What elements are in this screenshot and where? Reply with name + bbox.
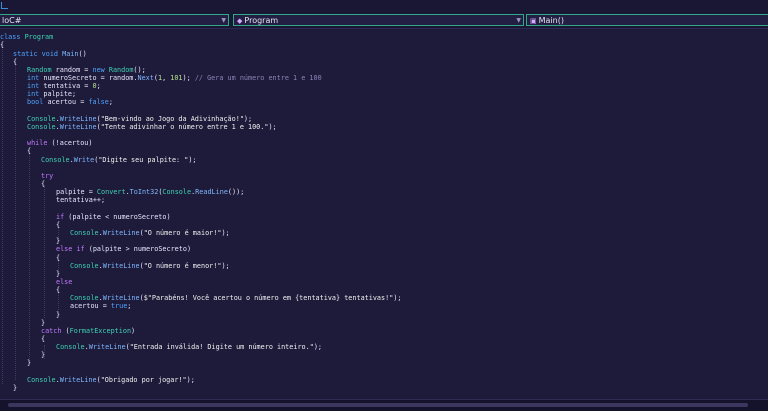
method-icon: ▣: [530, 17, 537, 25]
code-line: {: [56, 286, 61, 294]
chevron-down-icon: ▼: [516, 17, 521, 24]
code-line: Console.WriteLine("O número é menor!");: [70, 262, 230, 270]
code-line: {: [41, 335, 46, 343]
code-line: bool acertou = false;: [27, 98, 113, 106]
indent-guide: [29, 153, 30, 363]
member-label: Main(): [538, 16, 564, 25]
indent-guide: [44, 185, 45, 318]
project-label: loC#: [2, 16, 22, 25]
indent-guide: [15, 62, 16, 380]
title-strip: [0, 0, 768, 13]
code-line: static void Main(): [13, 50, 87, 58]
code-line: class Program: [0, 33, 54, 41]
indent-guide: [2, 44, 3, 384]
code-line: while (!acertou): [27, 139, 93, 147]
code-line: {: [56, 221, 61, 229]
code-line: else if (palpite > numeroSecreto): [56, 245, 192, 253]
code-line: Console.WriteLine("Tente adivinhar o núm…: [27, 123, 277, 131]
corner-marker-icon: [1, 2, 8, 9]
horizontal-scrollbar[interactable]: [0, 399, 768, 411]
code-line: acertou = true;: [70, 302, 132, 310]
class-label: Program: [244, 16, 279, 25]
code-line: Console.WriteLine("O número é maior!");: [70, 229, 230, 237]
code-line: Console.WriteLine("Entrada inválida! Dig…: [56, 343, 323, 351]
class-dropdown[interactable]: ◆ Program ▼: [233, 14, 524, 26]
code-line: }: [41, 351, 46, 359]
code-line: {: [41, 180, 46, 188]
code-line: {: [27, 147, 32, 155]
code-line: if (palpite < numeroSecreto): [56, 213, 171, 221]
code-line: tentativa++;: [56, 196, 106, 204]
code-line: }: [56, 311, 61, 319]
project-dropdown[interactable]: loC# ▼: [0, 14, 229, 26]
code-editor[interactable]: class Program { static void Main() { Ran…: [0, 29, 768, 399]
code-line: {: [13, 58, 18, 66]
scrollbar-thumb[interactable]: [8, 403, 748, 407]
code-line: }: [13, 384, 18, 392]
code-line: {: [0, 41, 5, 49]
navigation-bar: loC# ▼ ◆ Program ▼ ▣ Main(): [0, 13, 768, 29]
code-line: Console.Write("Digite seu palpite: ");: [41, 156, 197, 164]
member-dropdown[interactable]: ▣ Main(): [526, 14, 768, 26]
code-line: catch (FormatException): [41, 327, 136, 335]
code-line: }: [27, 359, 32, 367]
code-line: Console.WriteLine("Obrigado por jogar!")…: [27, 376, 195, 384]
chevron-down-icon: ▼: [221, 17, 226, 24]
code-line: {: [56, 254, 61, 262]
class-icon: ◆: [237, 17, 243, 25]
